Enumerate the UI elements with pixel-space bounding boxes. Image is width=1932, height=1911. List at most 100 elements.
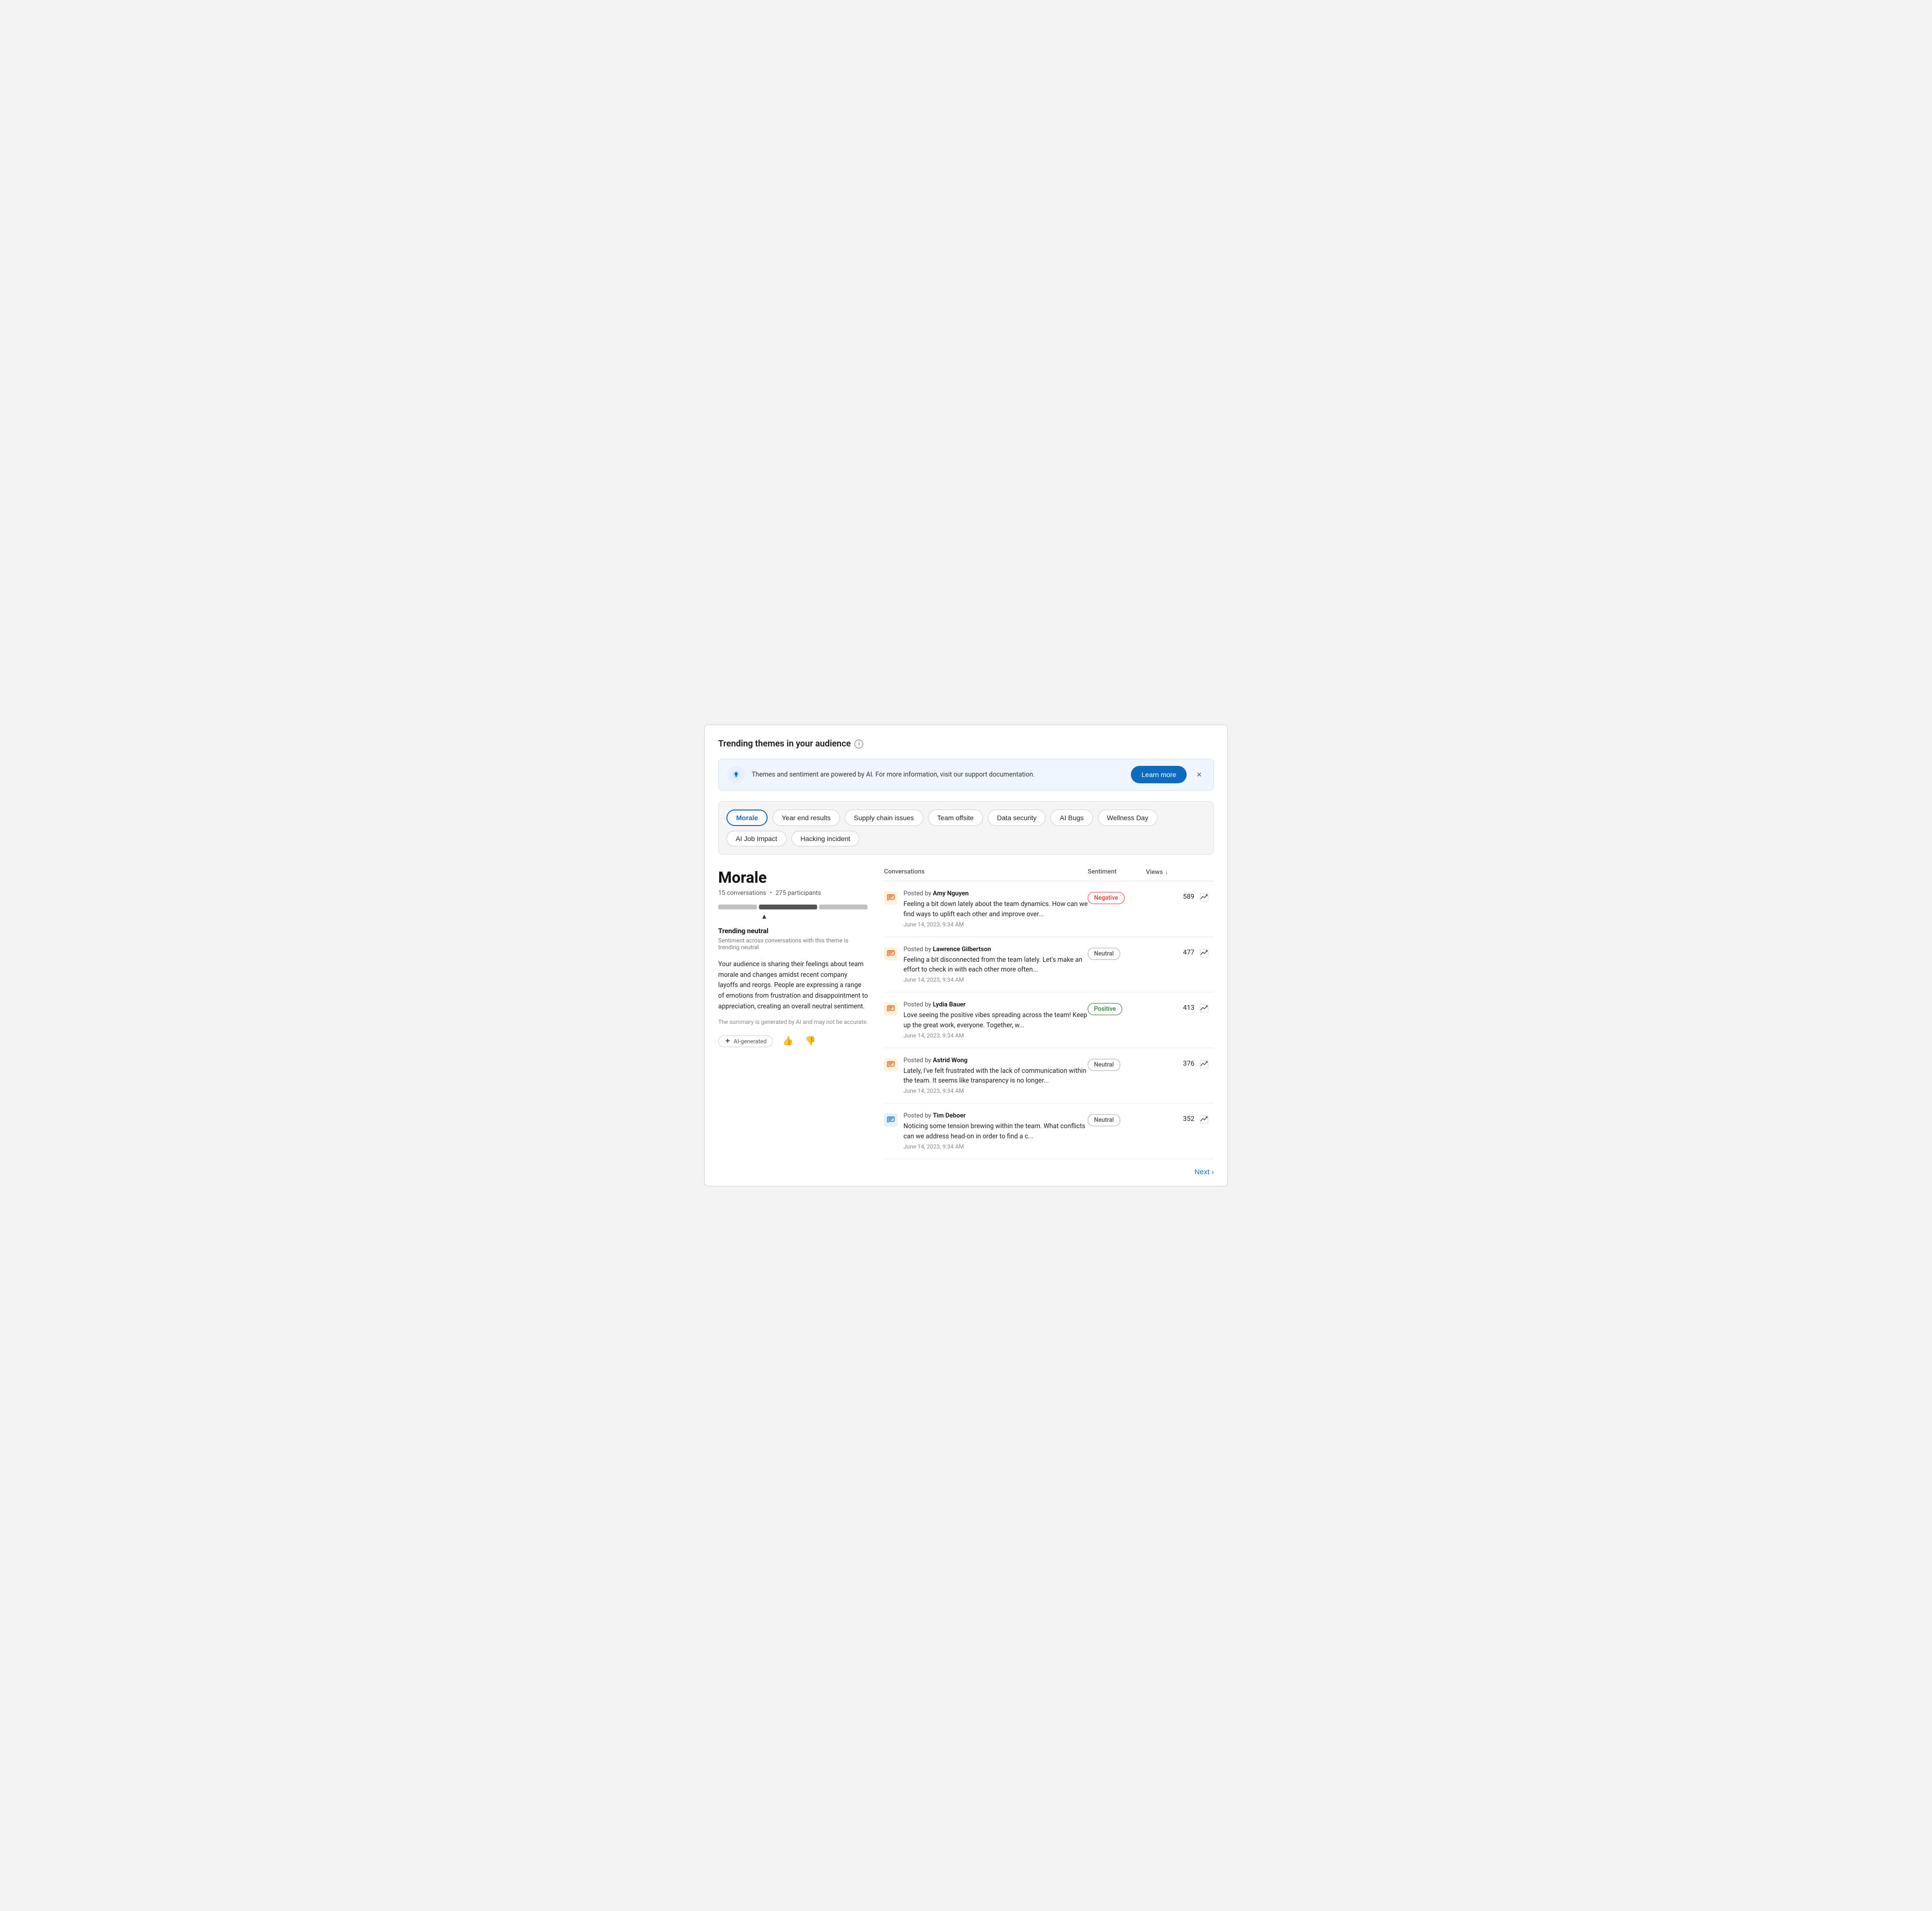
conversation-date: June 14, 2023, 9:34 AM: [903, 976, 1088, 983]
action-col[interactable]: [1194, 891, 1214, 904]
sentiment-col: Positive: [1088, 1002, 1146, 1015]
separator: •: [770, 890, 772, 897]
sentiment-col: Negative: [1088, 891, 1146, 904]
conversation-poster: Posted by Amy Nguyen: [903, 890, 1088, 897]
triangle-indicator: ▲: [761, 912, 869, 921]
page-title: Trending themes in your audience: [718, 739, 851, 749]
conversation-date: June 14, 2023, 9:34 AM: [903, 921, 1088, 928]
conversation-main: Posted by Astrid Wong Lately, I've felt …: [884, 1057, 1088, 1095]
trend-chart-icon[interactable]: [1200, 893, 1208, 904]
ai-generated-badge: AI-generated: [718, 1036, 773, 1047]
conversations-count: 15 conversations: [718, 890, 766, 897]
theme-title: Morale: [718, 868, 869, 887]
ai-footer: AI-generated 👍 👎: [718, 1034, 869, 1048]
action-col[interactable]: [1194, 1058, 1214, 1070]
action-col[interactable]: [1194, 947, 1214, 959]
right-panel: Conversations Sentiment Views ↓: [884, 868, 1214, 1176]
conversation-poster: Posted by Tim Deboer: [903, 1112, 1088, 1119]
views-col: 413: [1146, 1002, 1194, 1012]
conversation-icon: [884, 1058, 898, 1071]
sort-icon[interactable]: ↓: [1165, 868, 1168, 876]
main-container: Trending themes in your audience i Theme…: [704, 725, 1228, 1186]
ai-banner-text: Themes and sentiment are powered by AI. …: [752, 771, 1124, 778]
action-col[interactable]: [1194, 1002, 1214, 1015]
conversation-body: Posted by Astrid Wong Lately, I've felt …: [903, 1057, 1088, 1095]
info-icon[interactable]: i: [854, 740, 863, 748]
views-col: 376: [1146, 1058, 1194, 1068]
sentiment-col: Neutral: [1088, 947, 1146, 960]
conversation-body: Posted by Lawrence Gilbertson Feeling a …: [903, 946, 1088, 984]
ai-disclaimer: The summary is generated by AI and may n…: [718, 1019, 869, 1025]
views-count: 413: [1183, 1004, 1194, 1012]
theme-chip-morale[interactable]: Morale: [726, 810, 768, 826]
views-col: 589: [1146, 891, 1194, 901]
col-action: [1194, 868, 1214, 876]
themes-container: Morale Year end results Supply chain issue…: [718, 801, 1214, 855]
conversation-icon: [884, 947, 898, 960]
thumbs-down-button[interactable]: 👎: [803, 1034, 818, 1048]
conversation-date: June 14, 2023, 9:34 AM: [903, 1032, 1088, 1039]
theme-chip-team-offsite[interactable]: Team offsite: [928, 810, 983, 826]
sentiment-bar: [718, 905, 869, 909]
left-panel: Morale 15 conversations • 275 participan…: [718, 868, 869, 1176]
conversation-text: Feeling a bit down lately about the team…: [903, 899, 1088, 919]
table-row: Posted by Lydia Bauer Love seeing the po…: [884, 992, 1214, 1048]
sentiment-badge: Neutral: [1088, 948, 1120, 960]
sentiment-badge: Neutral: [1088, 1114, 1120, 1126]
theme-chip-wellness-day[interactable]: Wellness Day: [1098, 810, 1158, 826]
conversation-date: June 14, 2023, 9:34 AM: [903, 1087, 1088, 1094]
main-content: Morale 15 conversations • 275 participan…: [718, 868, 1214, 1176]
theme-chip-hacking-incident[interactable]: Hacking incident: [791, 831, 860, 846]
conversation-body: Posted by Tim Deboer Noticing some tensi…: [903, 1112, 1088, 1150]
sentiment-badge: Negative: [1088, 892, 1125, 904]
sparkle-icon: [724, 1038, 731, 1044]
conversation-text: Feeling a bit disconnected from the team…: [903, 955, 1088, 975]
conversation-icon: [884, 891, 898, 905]
close-banner-button[interactable]: ×: [1193, 769, 1205, 781]
theme-chip-supply-chain[interactable]: Supply chain issues: [845, 810, 923, 826]
conversation-poster: Posted by Lydia Bauer: [903, 1001, 1088, 1008]
conversation-poster: Posted by Astrid Wong: [903, 1057, 1088, 1064]
page-title-row: Trending themes in your audience i: [718, 739, 1214, 749]
views-col: 477: [1146, 947, 1194, 956]
trend-chart-icon[interactable]: [1200, 1004, 1208, 1015]
conversation-poster: Posted by Lawrence Gilbertson: [903, 946, 1088, 953]
trending-subtitle: Sentiment across conversations with this…: [718, 937, 869, 951]
sentiment-col: Neutral: [1088, 1113, 1146, 1126]
table-row: Posted by Lawrence Gilbertson Feeling a …: [884, 937, 1214, 993]
conversation-body: Posted by Amy Nguyen Feeling a bit down …: [903, 890, 1088, 928]
views-count: 352: [1183, 1115, 1194, 1123]
views-count: 376: [1183, 1060, 1194, 1068]
table-header: Conversations Sentiment Views ↓: [884, 868, 1214, 881]
conversation-text: Love seeing the positive vibes spreading…: [903, 1010, 1088, 1030]
trend-chart-icon[interactable]: [1200, 1115, 1208, 1126]
sentiment-badge: Neutral: [1088, 1059, 1120, 1071]
trend-chart-icon[interactable]: [1200, 1060, 1208, 1070]
conversation-main: Posted by Tim Deboer Noticing some tensi…: [884, 1112, 1088, 1150]
table-row: Posted by Amy Nguyen Feeling a bit down …: [884, 881, 1214, 937]
theme-chip-data-security[interactable]: Data security: [988, 810, 1046, 826]
sentiment-col: Neutral: [1088, 1058, 1146, 1071]
theme-chip-ai-bugs[interactable]: AI Bugs: [1050, 810, 1093, 826]
conversation-main: Posted by Amy Nguyen Feeling a bit down …: [884, 890, 1088, 928]
action-col[interactable]: [1194, 1113, 1214, 1126]
theme-chip-ai-job-impact[interactable]: AI Job Impact: [726, 831, 787, 846]
conversation-text: Noticing some tension brewing within the…: [903, 1121, 1088, 1141]
trending-label: Trending neutral: [718, 927, 869, 935]
summary-text: Your audience is sharing their feelings …: [718, 959, 869, 1012]
conversation-icon: [884, 1002, 898, 1016]
bar-neutral: [759, 905, 817, 909]
conversation-main: Posted by Lydia Bauer Love seeing the po…: [884, 1001, 1088, 1039]
sentiment-badge: Positive: [1088, 1003, 1122, 1015]
table-row: Posted by Tim Deboer Noticing some tensi…: [884, 1103, 1214, 1159]
conversations-list: Posted by Amy Nguyen Feeling a bit down …: [884, 881, 1214, 1159]
col-sentiment: Sentiment: [1088, 868, 1146, 876]
thumbs-up-button[interactable]: 👍: [781, 1034, 795, 1048]
bar-positive: [819, 905, 868, 909]
next-button[interactable]: Next ›: [1194, 1168, 1214, 1176]
trend-chart-icon[interactable]: [1200, 949, 1208, 959]
ai-banner: Themes and sentiment are powered by AI. …: [718, 759, 1214, 791]
theme-chip-year-end[interactable]: Year end results: [773, 810, 840, 826]
col-views: Views ↓: [1146, 868, 1194, 876]
learn-more-button[interactable]: Learn more: [1131, 766, 1187, 783]
